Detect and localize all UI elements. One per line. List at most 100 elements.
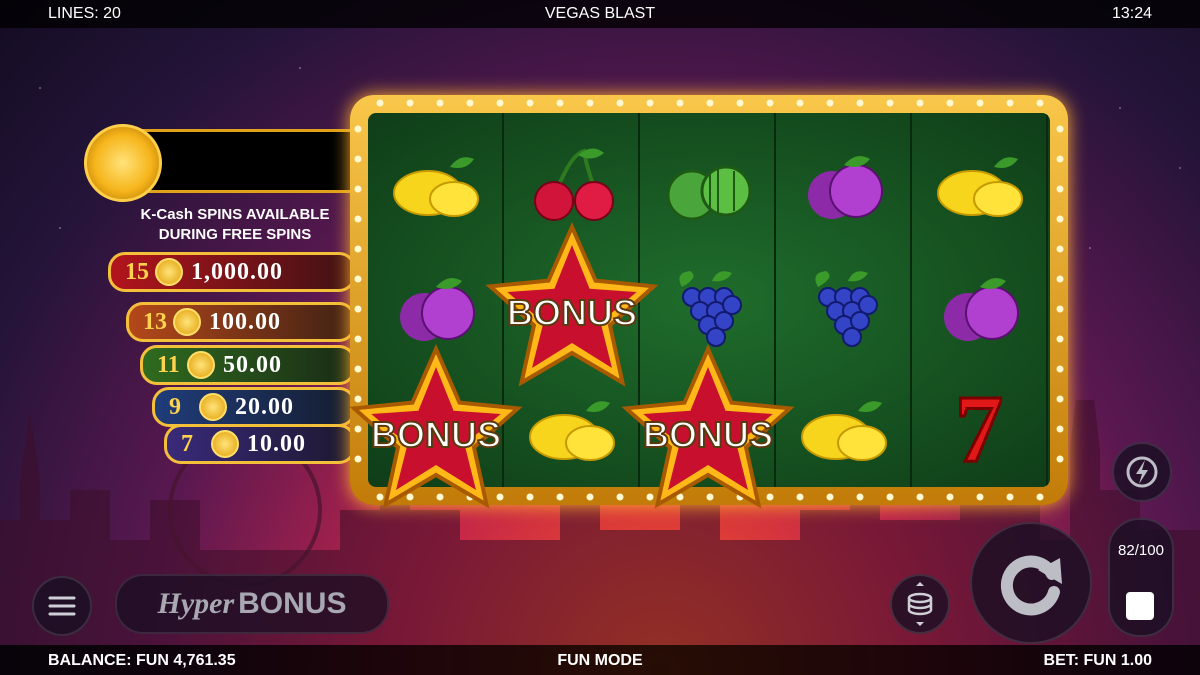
frame-light xyxy=(1056,125,1064,133)
stop-icon[interactable] xyxy=(1126,592,1154,620)
kcash-line-2: DURING FREE SPINS xyxy=(158,226,312,243)
frame-light xyxy=(1056,215,1064,223)
frame-light xyxy=(706,99,714,107)
prize-count: 7 xyxy=(181,430,193,457)
prize-count: 11 xyxy=(157,351,180,378)
coin-icon xyxy=(173,308,201,336)
frame-light xyxy=(736,99,744,107)
reel-4 xyxy=(776,113,912,487)
frame-light xyxy=(1006,99,1014,107)
reel-2 xyxy=(504,113,640,487)
svg-text:7: 7 xyxy=(955,379,1003,479)
frame-light xyxy=(354,125,362,133)
frame-light xyxy=(616,493,624,501)
frame-light xyxy=(1006,493,1014,501)
reel-area: 7 xyxy=(368,113,1050,487)
lemon-symbol xyxy=(516,379,626,479)
hyper-bonus-button[interactable]: Hyper BONUS xyxy=(115,574,389,634)
hyper-label: Hyper xyxy=(157,587,235,620)
frame-light xyxy=(354,425,362,433)
prize-row: 13 100.00 xyxy=(126,302,356,342)
frame-light xyxy=(826,99,834,107)
prize-row: 7 10.00 xyxy=(164,424,356,464)
kcash-line-1: K-Cash SPINS AVAILABLE xyxy=(140,206,330,223)
frame-light xyxy=(616,99,624,107)
reel-1 xyxy=(368,113,504,487)
menu-icon xyxy=(48,596,76,616)
autoplay-count: 82/100 xyxy=(1118,542,1164,559)
frame-light xyxy=(1036,99,1044,107)
lightning-icon xyxy=(1126,456,1158,488)
frame-light xyxy=(736,493,744,501)
plum-symbol xyxy=(924,257,1034,357)
frame-light xyxy=(766,99,774,107)
frame-light xyxy=(586,99,594,107)
frame-light xyxy=(496,493,504,501)
spin-icon xyxy=(1000,555,1062,616)
autoplay-control[interactable]: 82/100 xyxy=(1108,518,1174,637)
prize-value: 1,000.00 xyxy=(191,258,283,285)
frame-light xyxy=(916,99,924,107)
bonus-label: BONUS xyxy=(238,587,347,620)
kcash-info: K-Cash SPINS AVAILABLE DURING FREE SPINS xyxy=(110,205,360,245)
bet-button[interactable] xyxy=(890,574,950,634)
frame-light xyxy=(354,185,362,193)
frame-light xyxy=(376,99,384,107)
frame-light xyxy=(1056,185,1064,193)
frame-light xyxy=(436,493,444,501)
frame-light xyxy=(676,99,684,107)
coin-icon xyxy=(211,430,239,458)
frame-light xyxy=(376,493,384,501)
reel-5: 7 xyxy=(912,113,1048,487)
prize-count: 9 xyxy=(169,393,181,420)
prize-row: 11 50.00 xyxy=(140,345,356,385)
bottom-status-bar: BALANCE: FUN 4,761.35 FUN MODE BET: FUN … xyxy=(0,645,1200,675)
turbo-button[interactable] xyxy=(1112,442,1172,502)
frame-light xyxy=(354,155,362,163)
mode-label: FUN MODE xyxy=(557,652,643,669)
frame-light xyxy=(646,99,654,107)
grapes-symbol xyxy=(788,257,898,357)
frame-light xyxy=(526,493,534,501)
prize-row: 9 20.00 xyxy=(152,387,356,427)
prize-value: 20.00 xyxy=(235,393,294,420)
spin-button[interactable] xyxy=(970,522,1092,644)
frame-light xyxy=(916,493,924,501)
reel-frame: 7 xyxy=(350,95,1068,505)
frame-light xyxy=(1056,335,1064,343)
prize-value: 50.00 xyxy=(223,351,282,378)
frame-light xyxy=(496,99,504,107)
frame-light xyxy=(1056,275,1064,283)
clock: 13:24 xyxy=(1111,5,1152,22)
frame-light xyxy=(1056,305,1064,313)
frame-light xyxy=(1056,455,1064,463)
frame-light xyxy=(526,99,534,107)
coin-icon xyxy=(155,258,183,286)
reel-3 xyxy=(640,113,776,487)
frame-light xyxy=(1036,493,1044,501)
coin-icon xyxy=(199,393,227,421)
frame-light xyxy=(976,99,984,107)
frame-light xyxy=(946,99,954,107)
frame-light xyxy=(354,335,362,343)
frame-light xyxy=(436,99,444,107)
frame-light xyxy=(354,305,362,313)
frame-light xyxy=(406,493,414,501)
frame-light xyxy=(856,99,864,107)
frame-light xyxy=(646,493,654,501)
bet-label: BET: FUN 1.00 xyxy=(1043,652,1152,669)
frame-light xyxy=(1056,245,1064,253)
prize-count: 13 xyxy=(143,308,167,335)
frame-light xyxy=(466,99,474,107)
frame-light xyxy=(406,99,414,107)
frame-light xyxy=(354,455,362,463)
menu-button[interactable] xyxy=(32,576,92,636)
kcash-meter xyxy=(84,124,360,202)
lemon-symbol xyxy=(380,135,490,235)
frame-light xyxy=(556,99,564,107)
frame-light xyxy=(354,245,362,253)
prize-value: 10.00 xyxy=(247,430,306,457)
top-status-bar: LINES: 20 VEGAS BLAST 13:24 xyxy=(0,0,1200,28)
frame-light xyxy=(354,275,362,283)
plum-symbol xyxy=(380,257,490,357)
